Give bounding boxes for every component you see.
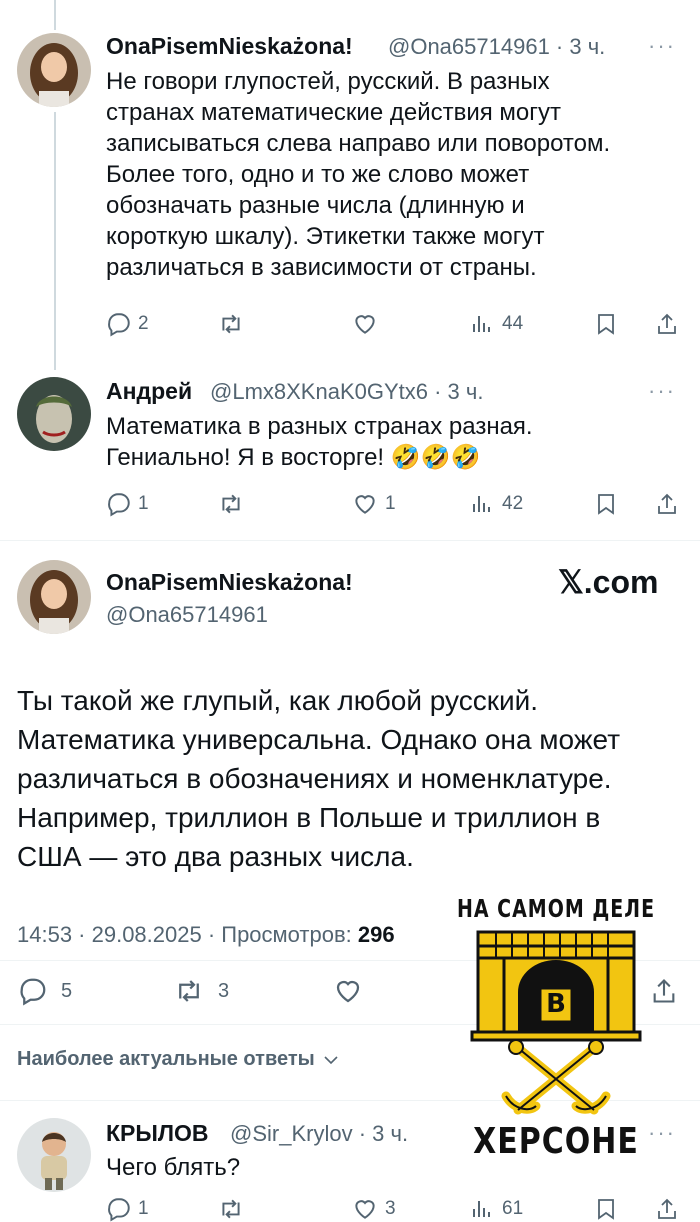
heart-icon: [355, 315, 375, 334]
avatar[interactable]: [17, 560, 91, 634]
emoji: 🤣: [390, 444, 421, 471]
share-icon: [658, 1198, 676, 1219]
share-button[interactable]: [655, 311, 679, 337]
reply-button[interactable]: 1: [106, 491, 149, 517]
retweet-button[interactable]: [217, 491, 245, 517]
bookmark-icon: [598, 314, 614, 335]
like-button[interactable]: 3: [351, 1196, 396, 1222]
reply-icon: [108, 493, 130, 517]
view-count: 296: [357, 922, 395, 947]
reply-button[interactable]: 2: [106, 311, 149, 337]
replies-sort-dropdown[interactable]: Наиболее актуальные ответы: [17, 1048, 338, 1071]
heart-icon: [355, 495, 375, 514]
heart-icon: [336, 980, 360, 1003]
share-button[interactable]: [655, 1196, 679, 1222]
author-name[interactable]: OnaPisemNieskażona!: [106, 33, 353, 60]
logo-letter: В: [546, 989, 566, 1019]
logo-bottom-text: ХЕРСОНЕ: [473, 1120, 639, 1163]
author-name[interactable]: КРЫЛОВ: [106, 1120, 209, 1147]
bookmark-button[interactable]: [594, 491, 618, 517]
logo-top-text: НА САМОМ ДЕЛЕ: [456, 894, 656, 924]
views-button[interactable]: 42: [470, 491, 523, 517]
share-button[interactable]: [655, 491, 679, 517]
like-button[interactable]: 1: [351, 491, 396, 517]
author-handle[interactable]: @Ona65714961: [106, 602, 268, 628]
reply-icon: [108, 1198, 130, 1222]
avatar[interactable]: [17, 1118, 91, 1192]
bookmark-button[interactable]: [594, 1196, 618, 1222]
more-options-icon[interactable]: ···: [648, 378, 676, 404]
author-name[interactable]: OnaPisemNieskażona!: [106, 569, 353, 596]
author-meta[interactable]: @Sir_Krylov · 3 ч.: [230, 1121, 408, 1147]
emoji: 🤣: [450, 444, 481, 471]
views-button[interactable]: 61: [470, 1196, 523, 1222]
author-name[interactable]: Андрей: [106, 378, 192, 405]
share-icon: [658, 313, 676, 334]
retweet-icon: [222, 1199, 240, 1219]
reply-button[interactable]: 5: [17, 976, 72, 1006]
heart-icon: [355, 1200, 375, 1219]
tweet-text: Ты такой же глупый, как любой русский. М…: [17, 685, 621, 872]
reply-icon: [20, 978, 46, 1006]
bookmark-icon: [598, 1199, 614, 1220]
tweet-text: Математика в разных странах разная. Гени…: [106, 413, 533, 471]
bookmark-button[interactable]: [594, 311, 618, 337]
like-button[interactable]: [331, 976, 365, 1006]
views-icon: [473, 316, 490, 332]
reply-button[interactable]: 1: [106, 1196, 149, 1222]
bookmark-icon: [598, 494, 614, 515]
crossed-anchors-icon: [501, 1039, 611, 1115]
x-com-label: 𝕏.com: [558, 564, 659, 600]
tweet-text: Чего блять?: [106, 1154, 241, 1181]
avatar[interactable]: [17, 33, 91, 107]
retweet-button[interactable]: [217, 1196, 245, 1222]
divider: [0, 540, 700, 541]
retweet-button[interactable]: [217, 311, 245, 337]
chevron-down-icon: [324, 1048, 338, 1071]
views-button[interactable]: 44: [470, 311, 523, 337]
timestamp[interactable]: 14:53 · 29.08.2025 · Просмотров: 296: [17, 922, 395, 948]
retweet-icon: [222, 494, 240, 514]
author-meta[interactable]: @Lmx8XKnaK0GYtx6 · 3 ч.: [210, 379, 483, 405]
views-icon: [473, 1201, 490, 1217]
more-options-icon[interactable]: ···: [648, 33, 676, 59]
thread-line: [54, 0, 56, 30]
retweet-button[interactable]: 3: [172, 976, 229, 1006]
avatar[interactable]: [17, 377, 91, 451]
watermark-logo: НА САМОМ ДЕЛЕ В ХЕРСОНЕ: [456, 894, 656, 1163]
author-meta[interactable]: @Ona65714961 · 3 ч.: [388, 34, 605, 60]
retweet-icon: [179, 980, 199, 1002]
emoji: 🤣: [420, 444, 451, 471]
share-icon: [658, 493, 676, 514]
views-icon: [473, 496, 490, 512]
retweet-icon: [222, 314, 240, 334]
tweet-text: Не говори глупостей, русский. В разных с…: [106, 68, 611, 281]
thread-line: [54, 112, 56, 370]
like-button[interactable]: [351, 311, 379, 337]
reply-icon: [108, 313, 130, 337]
